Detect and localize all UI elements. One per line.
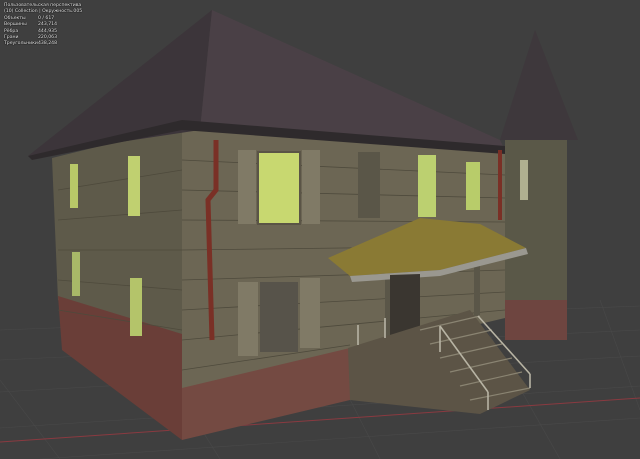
window-front-4 <box>358 152 380 218</box>
window-side-2 <box>70 164 78 208</box>
stat-value: 438,248 <box>38 41 57 47</box>
tower-base <box>505 300 567 340</box>
boarded-window <box>260 282 298 352</box>
house-model[interactable] <box>28 10 578 440</box>
3d-viewport[interactable]: Пользовательская перспектива (10) Collec… <box>0 0 640 459</box>
window-front-2 <box>418 155 436 217</box>
viewport-scene[interactable] <box>0 0 640 459</box>
window-front-1 <box>258 152 300 224</box>
window-side-1 <box>128 156 140 216</box>
viewport-info-overlay: Пользовательская перспектива (10) Collec… <box>4 3 82 48</box>
window-side-3 <box>130 278 142 336</box>
stat-label: Треугольники <box>4 41 38 47</box>
window-front-3 <box>466 162 480 210</box>
tower-spire <box>500 30 578 140</box>
tower-window <box>520 160 528 200</box>
window-side-4 <box>72 252 80 296</box>
porch-post-3 <box>474 266 480 316</box>
tower-body <box>505 140 567 305</box>
stats-row-triangles: Треугольники 438,248 <box>4 41 82 47</box>
